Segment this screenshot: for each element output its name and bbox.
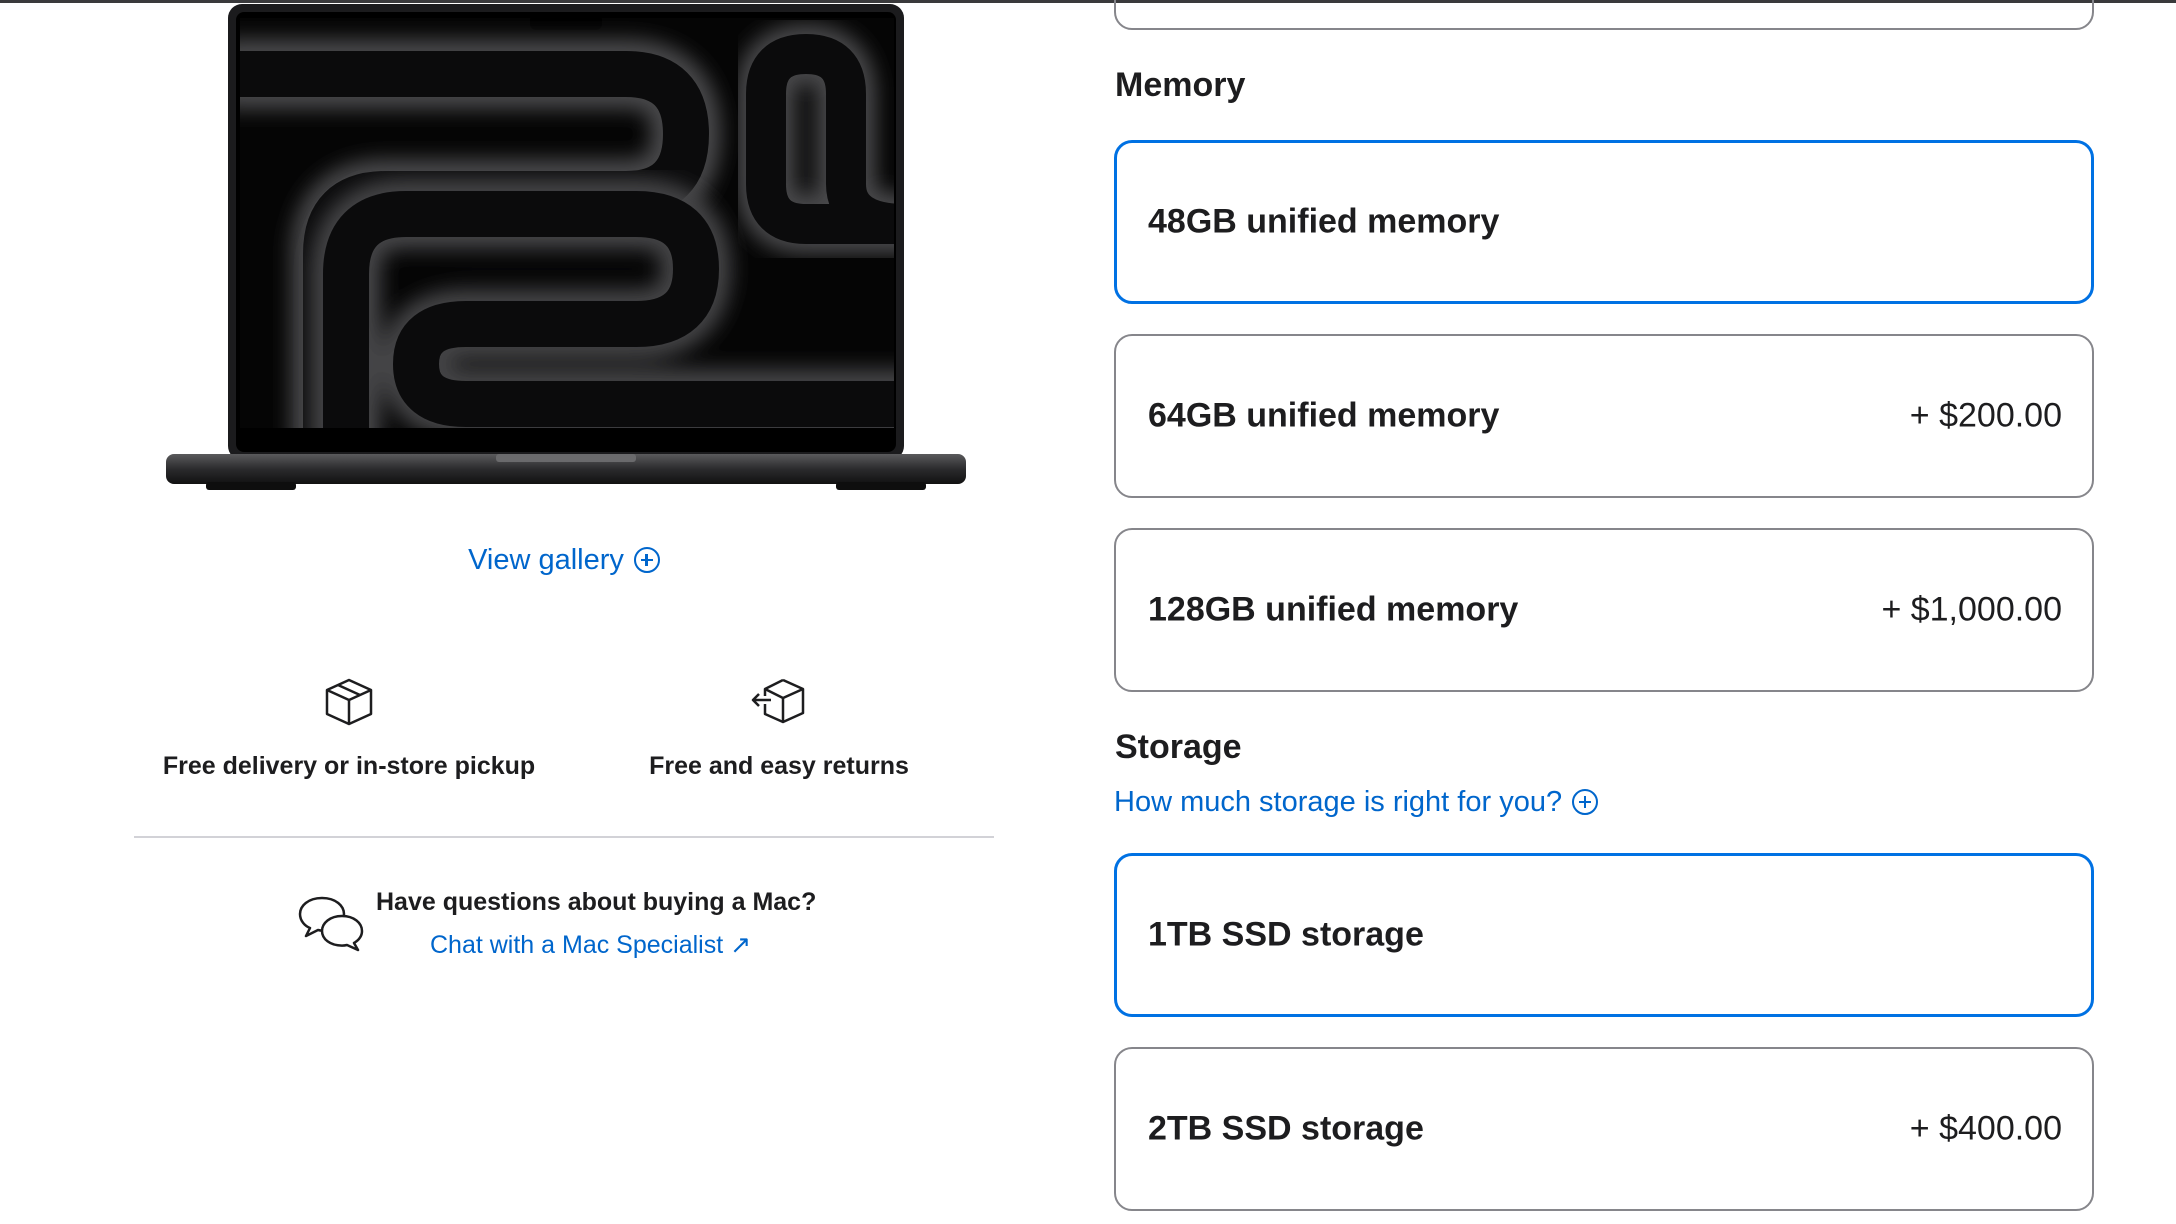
section-divider xyxy=(134,836,994,838)
package-return-icon xyxy=(751,678,805,724)
memory-option-48gb[interactable]: 48GB unified memory xyxy=(1114,140,2094,304)
option-price: + $1,000.00 xyxy=(1881,590,2062,629)
storage-help-label: How much storage is right for you? xyxy=(1114,786,1563,818)
product-image-macbook xyxy=(166,4,966,494)
memory-option-128gb[interactable]: 128GB unified memory + $1,000.00 xyxy=(1114,528,2094,692)
previous-option-card[interactable] xyxy=(1114,0,2094,30)
option-name: 64GB unified memory xyxy=(1148,396,1500,435)
option-price: + $400.00 xyxy=(1909,1109,2062,1148)
chat-bubbles-icon xyxy=(298,896,364,952)
memory-option-64gb[interactable]: 64GB unified memory + $200.00 xyxy=(1114,334,2094,498)
option-name: 128GB unified memory xyxy=(1148,590,1519,629)
option-name: 2TB SSD storage xyxy=(1148,1109,1424,1148)
option-price: + $200.00 xyxy=(1909,396,2062,435)
feature-free-returns: Free and easy returns xyxy=(549,674,1009,781)
chat-question: Have questions about buying a Mac? xyxy=(376,888,817,916)
feature-label: Free and easy returns xyxy=(649,752,909,780)
option-name: 48GB unified memory xyxy=(1148,202,1500,241)
storage-option-1tb[interactable]: 1TB SSD storage xyxy=(1114,853,2094,1017)
storage-option-2tb[interactable]: 2TB SSD storage + $400.00 xyxy=(1114,1047,2094,1211)
memory-section-title: Memory xyxy=(1115,66,1246,104)
view-gallery-link[interactable]: View gallery xyxy=(0,544,1128,577)
chat-specialist-link[interactable]: Chat with a Mac Specialist ↗ xyxy=(430,930,751,960)
plus-circle-icon xyxy=(1572,789,1599,815)
storage-help-link[interactable]: How much storage is right for you? xyxy=(1114,786,1599,819)
storage-section-title: Storage xyxy=(1115,728,1242,766)
feature-free-delivery: Free delivery or in-store pickup xyxy=(119,674,579,781)
package-icon xyxy=(325,678,373,726)
option-name: 1TB SSD storage xyxy=(1148,915,1424,954)
view-gallery-label: View gallery xyxy=(468,544,624,576)
feature-label: Free delivery or in-store pickup xyxy=(162,752,536,780)
plus-circle-icon xyxy=(633,547,660,573)
